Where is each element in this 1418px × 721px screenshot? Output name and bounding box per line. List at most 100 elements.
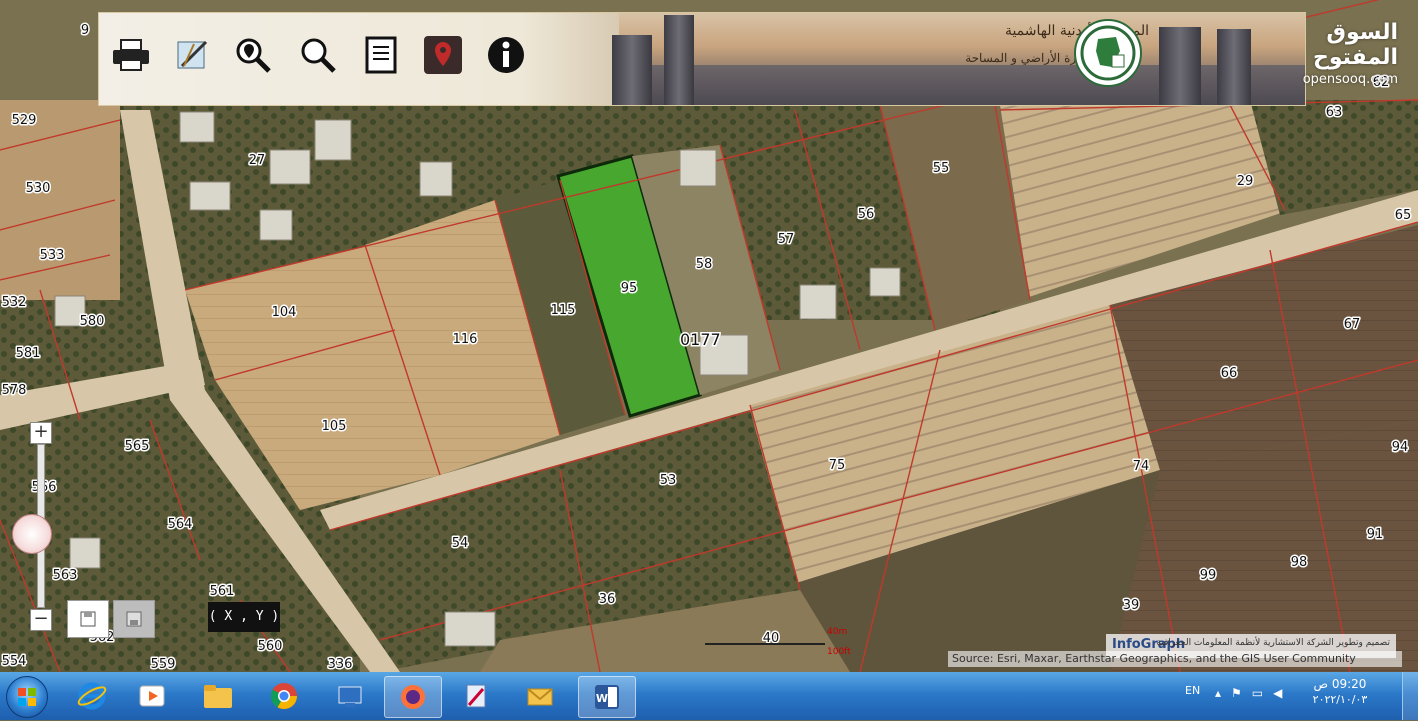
parcel-label: 56 bbox=[858, 207, 875, 222]
tray-arrow-icon[interactable]: ▴ bbox=[1215, 686, 1231, 700]
zoom-search-icon bbox=[301, 38, 336, 73]
remote-desktop-icon bbox=[338, 686, 362, 707]
highlighted-parcel-label: 95 bbox=[621, 281, 638, 296]
parcel-label: 74 bbox=[1133, 459, 1150, 474]
zoom-out-button[interactable]: − bbox=[30, 609, 52, 631]
zoom-slider-handle[interactable] bbox=[12, 514, 52, 554]
print-button[interactable] bbox=[107, 31, 155, 79]
taskbar-chrome[interactable] bbox=[256, 676, 312, 716]
zoom-search-button[interactable] bbox=[294, 31, 342, 79]
parcel-label: 560 bbox=[258, 639, 283, 654]
parcel-label: 55 bbox=[933, 161, 950, 176]
measure-button[interactable] bbox=[169, 31, 217, 79]
locate-search-icon bbox=[236, 38, 271, 73]
clock-date: ٢٠٢٢/١٠/٠٣ bbox=[1312, 693, 1368, 706]
locate-search-button[interactable] bbox=[229, 31, 277, 79]
parcel-label: 564 bbox=[168, 517, 193, 532]
taskbar-firefox[interactable] bbox=[384, 676, 442, 718]
parcel-label: 39 bbox=[1123, 598, 1140, 613]
folder-icon bbox=[204, 685, 232, 708]
network-icon[interactable]: ▭ bbox=[1252, 686, 1273, 700]
info-button[interactable] bbox=[482, 31, 530, 79]
report-button[interactable] bbox=[357, 31, 405, 79]
taskbar-word[interactable]: W bbox=[578, 676, 636, 718]
scale-top-label: 40m bbox=[827, 627, 848, 637]
parcel-label: 65 bbox=[1395, 208, 1412, 223]
parcel-label: 565 bbox=[125, 439, 150, 454]
tower-image bbox=[612, 35, 652, 105]
parcel-label: 36 bbox=[599, 592, 616, 607]
banner-subtitle: دائرة الأراضي و المساحة bbox=[965, 51, 1089, 65]
parcel-label: 559 bbox=[151, 657, 176, 672]
info-icon bbox=[488, 37, 524, 73]
parcel-label: 58 bbox=[696, 257, 713, 272]
language-indicator[interactable]: EN bbox=[1185, 684, 1200, 697]
parcel-label: 533 bbox=[40, 248, 65, 263]
map-attribution: Source: Esri, Maxar, Earthstar Geographi… bbox=[948, 651, 1402, 667]
header-banner: المملكة الأردنية الهاشمية دائرة الأراضي … bbox=[98, 12, 1306, 106]
parcel-label: 98 bbox=[1291, 555, 1308, 570]
taskbar-outlook[interactable] bbox=[512, 676, 568, 716]
svg-text:W: W bbox=[596, 692, 608, 705]
taskbar-remote-desktop[interactable] bbox=[322, 676, 378, 716]
report-icon bbox=[365, 36, 397, 74]
taskbar-whiteboard[interactable] bbox=[448, 676, 504, 716]
action-center-flag-icon[interactable]: ⚑ bbox=[1231, 686, 1252, 700]
coordinates-display: ( X , Y ) bbox=[208, 602, 280, 632]
parcel-label: 532 bbox=[2, 295, 27, 310]
parcel-label: 91 bbox=[1367, 527, 1384, 542]
taskbar-internet-explorer[interactable] bbox=[64, 676, 120, 716]
volume-icon[interactable]: ◀ bbox=[1273, 686, 1292, 700]
watermark-arabic: السوق المفتوح bbox=[1312, 20, 1398, 70]
parcel-label: 75 bbox=[829, 458, 846, 473]
parcel-label: 57 bbox=[778, 232, 795, 247]
word-icon: W bbox=[595, 685, 619, 709]
parcel-label: 561 bbox=[210, 584, 235, 599]
parcel-label: 336 bbox=[328, 657, 353, 672]
map-pin-button[interactable] bbox=[419, 31, 467, 79]
save-map-button[interactable] bbox=[67, 600, 109, 638]
taskbar-media-player[interactable] bbox=[124, 676, 180, 716]
tower-image bbox=[664, 15, 694, 105]
chrome-icon bbox=[270, 683, 298, 710]
internet-explorer-icon bbox=[77, 682, 107, 710]
land-department-emblem-icon bbox=[1074, 19, 1142, 87]
system-tray[interactable]: ▴⚑▭◀ bbox=[1215, 686, 1292, 700]
parcel-label: 27 bbox=[249, 153, 266, 168]
firefox-icon bbox=[401, 685, 425, 709]
parcel-label: 116 bbox=[453, 332, 478, 347]
parcel-label: 94 bbox=[1392, 440, 1409, 455]
scale-bar-line bbox=[705, 643, 825, 645]
parcel-label: 554 bbox=[2, 654, 27, 669]
parcel-label: 9 bbox=[81, 23, 89, 38]
show-desktop-button[interactable] bbox=[1402, 672, 1418, 720]
parcel-label: 580 bbox=[80, 314, 105, 329]
parcel-label: 99 bbox=[1200, 568, 1217, 583]
save-icon bbox=[126, 611, 142, 627]
tower-image bbox=[1217, 29, 1251, 105]
scale-bottom-label: 100ft bbox=[827, 647, 851, 657]
infograph-arabic: تصميم وتطوير الشركة الاستشارية لأنظمة ال… bbox=[1156, 638, 1390, 648]
parcel-label: 67 bbox=[1344, 317, 1361, 332]
scale-bar: 40m 100ft bbox=[705, 627, 851, 657]
parcel-label: 530 bbox=[26, 181, 51, 196]
parcel-label: 115 bbox=[551, 303, 576, 318]
parcel-owner-label: 0177 bbox=[680, 330, 721, 349]
media-player-icon bbox=[139, 685, 165, 707]
save-image-button[interactable] bbox=[113, 600, 155, 638]
city-background bbox=[619, 65, 1305, 105]
taskbar: W EN ▴⚑▭◀ 09:20 ص ٢٠٢٢/١٠/٠٣ bbox=[0, 672, 1418, 720]
opensooq-watermark: السوق المفتوح opensooq.com bbox=[1248, 20, 1398, 87]
mail-icon bbox=[527, 688, 553, 706]
parcel-label: 53 bbox=[660, 473, 677, 488]
parcel-label: 529 bbox=[12, 113, 37, 128]
parcel-label: 63 bbox=[1326, 105, 1343, 120]
system-clock[interactable]: 09:20 ص ٢٠٢٢/١٠/٠٣ bbox=[1305, 677, 1375, 706]
start-button[interactable] bbox=[6, 676, 48, 718]
parcel-label: 54 bbox=[452, 536, 469, 551]
map-pin-icon bbox=[424, 36, 462, 74]
parcel-label: 29 bbox=[1237, 174, 1254, 189]
clock-time: 09:20 ص bbox=[1313, 677, 1367, 691]
taskbar-file-explorer[interactable] bbox=[190, 676, 246, 716]
zoom-in-button[interactable]: + bbox=[30, 422, 52, 444]
